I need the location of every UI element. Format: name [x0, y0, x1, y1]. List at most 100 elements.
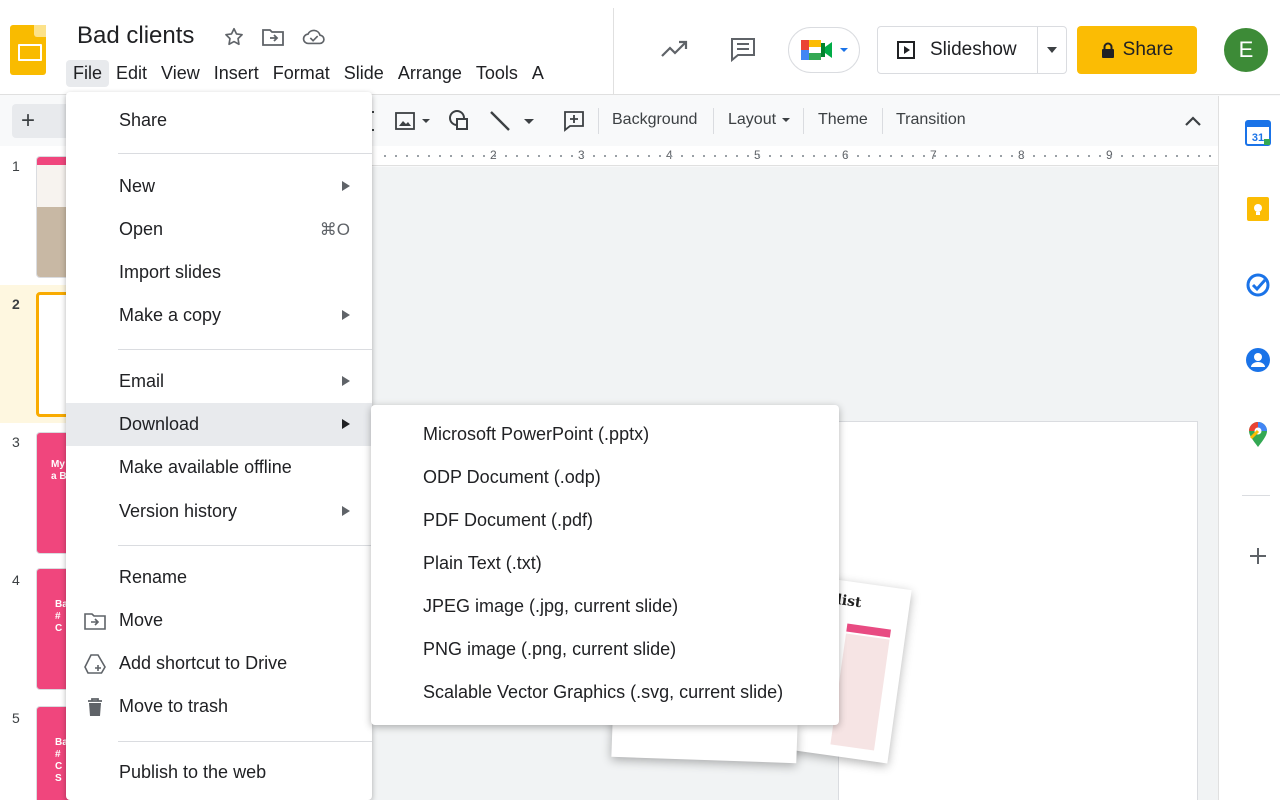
- insert-image-icon[interactable]: [395, 108, 433, 134]
- menu-publish-web[interactable]: Publish to the web: [66, 751, 372, 794]
- ruler-tick: [824, 155, 826, 157]
- menu-tools[interactable]: Tools: [469, 60, 525, 87]
- ruler-tick: [406, 155, 408, 157]
- submenu-arrow-icon: [342, 376, 350, 386]
- download-jpg[interactable]: JPEG image (.jpg, current slide): [371, 585, 839, 628]
- ruler-tick: [758, 155, 760, 157]
- document-title[interactable]: Bad clients: [77, 22, 194, 50]
- ruler-tick: [527, 155, 529, 157]
- layout-button[interactable]: Layout: [728, 111, 791, 129]
- ruler-tick: [593, 155, 595, 157]
- theme-button[interactable]: Theme: [818, 111, 868, 129]
- download-pdf[interactable]: PDF Document (.pdf): [371, 499, 839, 542]
- menu-version-history[interactable]: Version history: [66, 490, 372, 533]
- meet-button[interactable]: [788, 27, 860, 73]
- slideshow-start[interactable]: Slideshow: [878, 27, 1038, 73]
- menu-divider: [118, 153, 372, 154]
- menu-download[interactable]: Download: [66, 403, 372, 446]
- menu-share[interactable]: Share: [66, 99, 372, 142]
- ruler-tick: [989, 155, 991, 157]
- slideshow-options-button[interactable]: [1038, 46, 1066, 54]
- ruler-tick: [637, 155, 639, 157]
- lock-icon: [1101, 42, 1114, 58]
- header-divider: [613, 8, 614, 95]
- download-txt[interactable]: Plain Text (.txt): [371, 542, 839, 585]
- download-odp[interactable]: ODP Document (.odp): [371, 456, 839, 499]
- menu-move-to-trash[interactable]: Move to trash: [66, 685, 372, 728]
- menu-add-shortcut[interactable]: Add shortcut to Drive: [66, 642, 372, 685]
- add-icon: +: [21, 107, 36, 134]
- collapse-toolbar-icon[interactable]: [1184, 108, 1202, 134]
- menu-import-slides[interactable]: Import slides: [66, 251, 372, 294]
- slideshow-button[interactable]: Slideshow: [877, 26, 1067, 74]
- slide-number: 1: [12, 158, 20, 174]
- menu-item-label: New: [119, 176, 156, 196]
- ruler-tick: [1154, 155, 1156, 157]
- download-pptx[interactable]: Microsoft PowerPoint (.pptx): [371, 413, 839, 456]
- svg-text:31: 31: [1252, 132, 1264, 144]
- download-png[interactable]: PNG image (.png, current slide): [371, 628, 839, 671]
- ruler-tick: [494, 155, 496, 157]
- star-icon[interactable]: [222, 25, 246, 49]
- menu-open[interactable]: Open ⌘O: [66, 208, 372, 251]
- present-icon: [897, 41, 915, 59]
- menu-view[interactable]: View: [154, 60, 207, 87]
- horizontal-ruler[interactable]: 2 3 4 5 6 7 8 9: [372, 146, 1218, 166]
- side-panel-divider: [1242, 495, 1270, 496]
- ruler-tick: [1143, 155, 1145, 157]
- chevron-down-icon: [840, 48, 848, 52]
- menu-item-label: Move to trash: [119, 696, 229, 716]
- ruler-tick: [1066, 155, 1068, 157]
- ruler-tick: [934, 155, 936, 157]
- menu-move[interactable]: Move: [66, 599, 372, 642]
- menu-file[interactable]: File: [66, 59, 110, 87]
- add-comment-icon[interactable]: [562, 108, 586, 134]
- transition-button[interactable]: Transition: [896, 111, 966, 129]
- menu-email[interactable]: Email: [66, 360, 372, 403]
- menu-new[interactable]: New: [66, 165, 372, 208]
- ruler-tick: [1011, 155, 1013, 157]
- menu-item-label: Make a copy: [119, 305, 222, 325]
- menu-item-label: Move: [119, 610, 164, 630]
- cloud-saved-icon[interactable]: [302, 25, 326, 49]
- ruler-tick: [384, 155, 386, 157]
- ruler-tick: [505, 155, 507, 157]
- ruler-tick: [1187, 155, 1189, 157]
- maps-icon[interactable]: [1245, 422, 1271, 448]
- ruler-tick: [560, 155, 562, 157]
- ruler-tick: [516, 155, 518, 157]
- menu-make-offline[interactable]: Make available offline: [66, 446, 372, 489]
- move-to-folder-icon[interactable]: [261, 25, 285, 49]
- activity-trend-icon[interactable]: [660, 34, 690, 64]
- add-icon[interactable]: [1245, 543, 1271, 569]
- menu-extensions[interactable]: A: [525, 60, 551, 87]
- line-icon[interactable]: [488, 108, 538, 134]
- menu-rename[interactable]: Rename: [66, 556, 372, 599]
- calendar-icon[interactable]: 31: [1245, 120, 1271, 146]
- menu-insert[interactable]: Insert: [207, 60, 266, 87]
- submenu-arrow-icon: [342, 310, 350, 320]
- ruler-tick: [901, 155, 903, 157]
- tasks-icon[interactable]: [1245, 272, 1271, 298]
- new-slide-button[interactable]: +: [12, 104, 70, 138]
- slide-number: 3: [12, 434, 20, 450]
- menu-format[interactable]: Format: [266, 60, 337, 87]
- menu-edit[interactable]: Edit: [109, 60, 154, 87]
- menu-arrange[interactable]: Arrange: [391, 60, 469, 87]
- ruler-tick: [582, 155, 584, 157]
- ruler-tick: [956, 155, 958, 157]
- background-button[interactable]: Background: [612, 111, 697, 129]
- menu-slide[interactable]: Slide: [337, 60, 391, 87]
- download-svg[interactable]: Scalable Vector Graphics (.svg, current …: [371, 671, 839, 714]
- slides-logo-icon[interactable]: [10, 25, 46, 75]
- keep-icon[interactable]: [1245, 196, 1271, 222]
- comment-icon[interactable]: [728, 34, 758, 64]
- caret-down-icon: [1047, 47, 1057, 53]
- share-button[interactable]: Share: [1077, 26, 1197, 74]
- avatar[interactable]: E: [1224, 28, 1268, 72]
- menu-make-copy[interactable]: Make a copy: [66, 294, 372, 337]
- ruler-tick: [912, 155, 914, 157]
- contacts-icon[interactable]: [1245, 347, 1271, 373]
- shape-icon[interactable]: [446, 108, 472, 134]
- menu-divider: [118, 545, 372, 546]
